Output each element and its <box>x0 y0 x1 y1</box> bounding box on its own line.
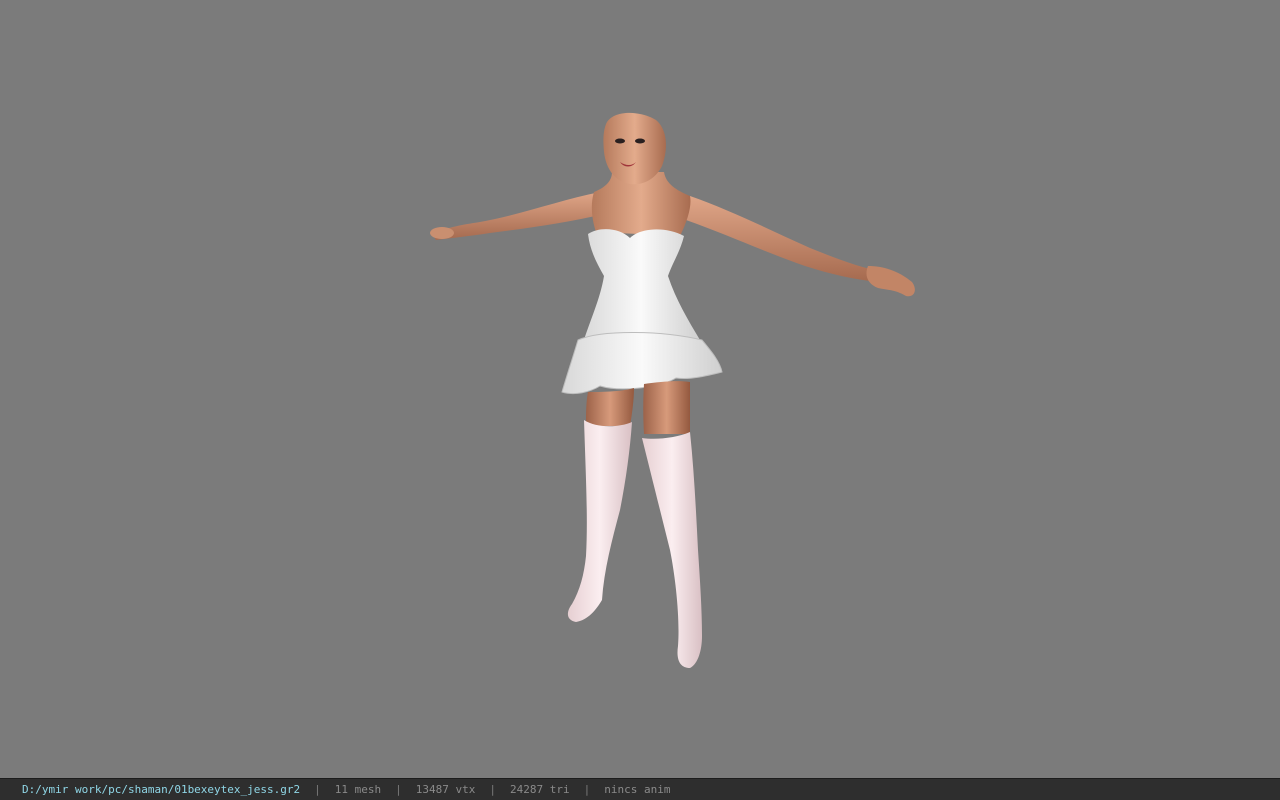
triangle-count: 24287 tri <box>510 783 570 796</box>
right-arm <box>686 196 885 282</box>
3d-viewport[interactable] <box>0 0 1280 778</box>
status-bar: D:/ymir work/pc/shaman/01bexeytex_jess.g… <box>0 778 1280 800</box>
character-model[interactable] <box>0 0 1280 778</box>
vertex-count: 13487 vtx <box>415 783 476 796</box>
left-hand <box>430 227 454 239</box>
right-hand <box>866 266 915 297</box>
dress-skirt <box>561 332 723 395</box>
mesh-count: 11 mesh <box>334 783 382 796</box>
separator: | <box>314 783 321 796</box>
separator: | <box>395 783 402 796</box>
separator: | <box>489 783 496 796</box>
left-boot <box>567 420 632 622</box>
dress-bodice <box>582 229 700 346</box>
head <box>603 112 666 185</box>
separator: | <box>583 783 591 796</box>
left-thigh <box>586 388 634 426</box>
animation-status: nincs anim <box>604 783 671 796</box>
left-eye <box>615 138 625 144</box>
right-eye <box>635 138 645 144</box>
right-boot <box>642 432 702 668</box>
file-path: D:/ymir work/pc/shaman/01bexeytex_jess.g… <box>22 783 301 796</box>
right-thigh <box>643 381 690 434</box>
left-arm <box>432 192 604 240</box>
